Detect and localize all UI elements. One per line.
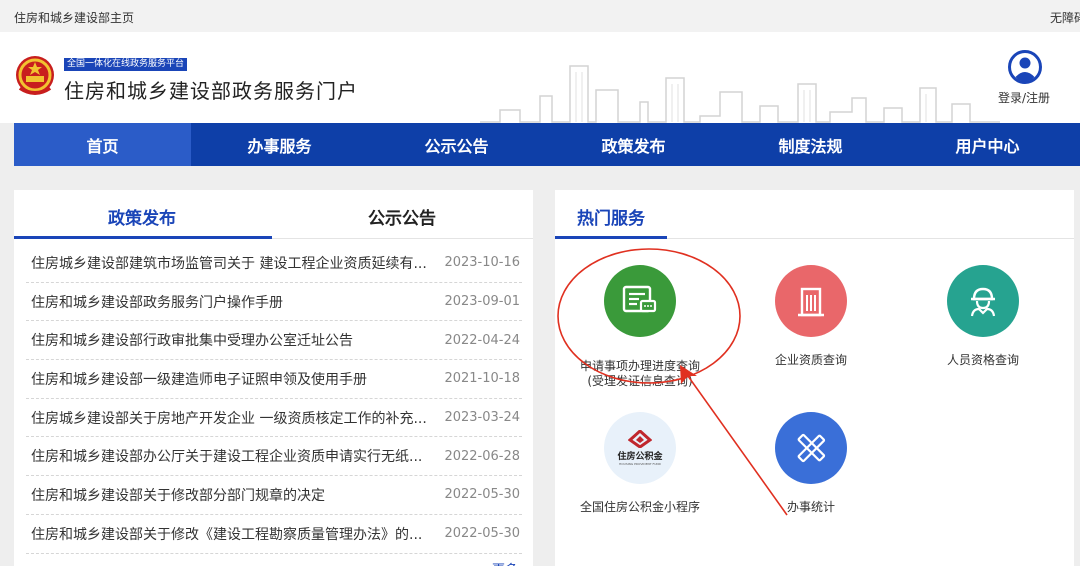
service-progress-query[interactable]: 申请事项办理进度查询 (受理发证信息查询): [565, 265, 715, 389]
city-skyline-decoration: [480, 65, 1000, 123]
accessibility-link[interactable]: 无障碍: [1050, 9, 1080, 26]
hot-title-indicator: [555, 236, 667, 239]
form-icon: [622, 285, 657, 313]
service-housing-fund-miniprogram[interactable]: 住房公积金 HOUSING PROVIDENT FUND 全国住房公积金小程序: [565, 412, 715, 515]
more-link[interactable]: 更多: [492, 559, 518, 566]
enterprise-qualification-label: 企业资质查询: [774, 353, 847, 367]
housing-fund-logo-circle: 住房公积金 HOUSING PROVIDENT FUND: [604, 412, 676, 484]
news-date: 2021-10-18: [444, 371, 520, 387]
news-title: 住房和城乡建设部办公厅关于建设工程企业资质申请实行无纸...: [31, 449, 423, 466]
news-item[interactable]: 住房和城乡建设部关于修改部分部门规章的决定 2022-05-30: [26, 476, 522, 515]
housing-fund-logo-subtext: HOUSING PROVIDENT FUND: [619, 462, 661, 466]
personnel-qualification-circle: [947, 265, 1019, 337]
top-utility-bar: 住房和城乡建设部主页 无障碍: [0, 0, 1080, 32]
ruler-pencil-icon: [797, 433, 826, 463]
main-nav: 首页 办事服务 公示公告 政策发布 制度法规 用户中心: [14, 123, 1080, 166]
worker-helmet-icon: [970, 287, 996, 317]
hot-services-header: 热门服务: [555, 190, 1074, 239]
service-enterprise-qualification[interactable]: 企业资质查询: [736, 265, 886, 368]
news-title: 住房和城乡建设部关于修改《建设工程勘察质量管理办法》的...: [31, 526, 423, 543]
news-item[interactable]: 住房和城乡建设部关于修改《建设工程勘察质量管理办法》的... 2022-05-30: [26, 515, 522, 554]
active-tab-indicator: [14, 236, 272, 239]
news-title: 住房城乡建设部关于房地产开发企业 一级资质核定工作的补充...: [31, 410, 427, 427]
news-date: 2022-06-28: [444, 448, 520, 464]
statistics-label: 办事统计: [786, 500, 835, 514]
news-list: 住房城乡建设部建筑市场监管司关于 建设工程企业资质延续有... 2023-10-1…: [26, 244, 522, 554]
building-icon: [798, 287, 824, 317]
statistics-circle: [775, 412, 847, 484]
nav-announcements[interactable]: 公示公告: [368, 123, 545, 166]
nav-home[interactable]: 首页: [14, 123, 191, 166]
housing-fund-label: 全国住房公积金小程序: [579, 500, 700, 514]
ministry-home-link[interactable]: 住房和城乡建设部主页: [14, 9, 134, 26]
personnel-qualification-label: 人员资格查询: [946, 353, 1019, 367]
service-statistics[interactable]: 办事统计: [736, 412, 886, 515]
nav-user-center[interactable]: 用户中心: [899, 123, 1076, 166]
news-date: 2023-03-24: [444, 410, 520, 426]
national-emblem-icon: [16, 56, 54, 95]
housing-fund-logo-text: 住房公积金: [617, 452, 663, 462]
news-date: 2023-09-01: [444, 294, 520, 310]
news-date: 2023-10-16: [444, 255, 520, 271]
tab-policy[interactable]: 政策发布: [108, 204, 176, 229]
nav-services[interactable]: 办事服务: [191, 123, 368, 166]
news-date: 2022-05-30: [444, 487, 520, 503]
tab-announcements[interactable]: 公示公告: [368, 204, 436, 229]
news-item[interactable]: 住房城乡建设部建筑市场监管司关于 建设工程企业资质延续有... 2023-10-1…: [26, 244, 522, 283]
user-avatar-icon[interactable]: [1008, 50, 1042, 84]
news-title: 住房城乡建设部建筑市场监管司关于 建设工程企业资质延续有...: [31, 255, 427, 272]
platform-badge: 全国一体化在线政务服务平台: [64, 58, 188, 71]
news-title: 住房和城乡建设部关于修改部分部门规章的决定: [31, 487, 325, 504]
nav-policy[interactable]: 政策发布: [545, 123, 722, 166]
progress-query-circle: [604, 265, 676, 337]
housing-fund-logo-icon: [627, 428, 653, 449]
news-item[interactable]: 住房和城乡建设部行政审批集中受理办公室迁址公告 2022-04-24: [26, 321, 522, 361]
news-date: 2022-05-30: [444, 526, 520, 542]
news-item[interactable]: 住房和城乡建设部一级建造师电子证照申领及使用手册 2021-10-18: [26, 360, 522, 399]
news-panel: 政策发布 公示公告 住房城乡建设部建筑市场监管司关于 建设工程企业资质延续有..…: [14, 190, 533, 566]
news-title: 住房和城乡建设部行政审批集中受理办公室迁址公告: [31, 333, 353, 350]
hot-services-title: 热门服务: [577, 209, 645, 229]
site-title: 住房和城乡建设部政务服务门户: [64, 79, 358, 103]
service-personnel-qualification[interactable]: 人员资格查询: [908, 265, 1058, 368]
news-item[interactable]: 住房城乡建设部关于房地产开发企业 一级资质核定工作的补充... 2023-03-2…: [26, 399, 522, 438]
news-item[interactable]: 住房和城乡建设部办公厅关于建设工程企业资质申请实行无纸... 2022-06-28: [26, 437, 522, 477]
news-tabs: 政策发布 公示公告: [14, 190, 533, 239]
site-header: 全国一体化在线政务服务平台 住房和城乡建设部政务服务门户 登录/注册: [0, 32, 1080, 123]
login-register-link[interactable]: 登录/注册: [998, 89, 1050, 106]
news-title: 住房和城乡建设部政务服务门户操作手册: [31, 294, 283, 311]
progress-query-label: 申请事项办理进度查询: [579, 359, 700, 373]
nav-regulations[interactable]: 制度法规: [722, 123, 899, 166]
news-date: 2022-04-24: [444, 332, 520, 348]
enterprise-qualification-circle: [775, 265, 847, 337]
news-title: 住房和城乡建设部一级建造师电子证照申领及使用手册: [31, 371, 367, 388]
hot-services-panel: 热门服务 申请事项办理进度查询 (受理发证信息查询) 企业资质查询 人员资格查询…: [555, 190, 1074, 566]
news-item[interactable]: 住房和城乡建设部政务服务门户操作手册 2023-09-01: [26, 283, 522, 322]
progress-query-sublabel: (受理发证信息查询): [587, 374, 693, 388]
